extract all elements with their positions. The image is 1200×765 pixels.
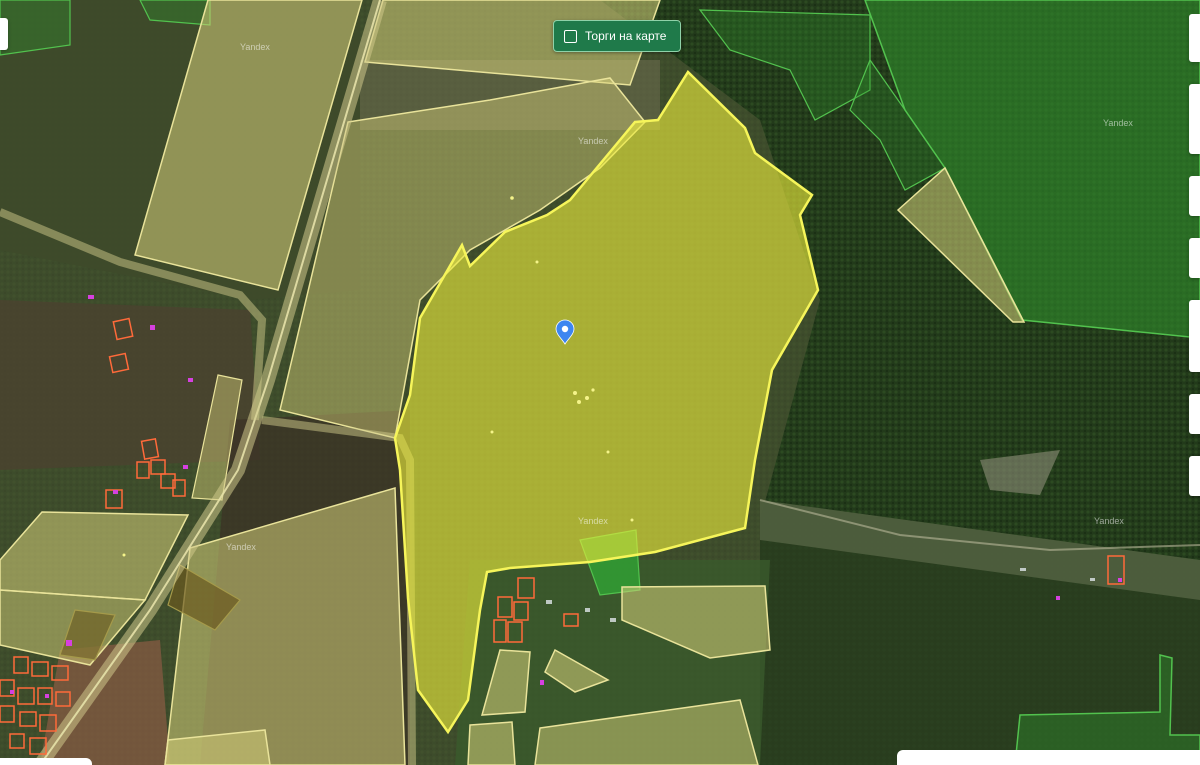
bottom-left-panel[interactable] [0,758,92,765]
bottom-info-panel[interactable] [897,750,1200,765]
svg-text:Yandex: Yandex [1094,516,1124,526]
map-canvas[interactable]: Yandex Yandex Yandex Yandex Yandex Yande… [0,0,1200,765]
svg-text:Yandex: Yandex [578,136,608,146]
map-control-button-2[interactable] [1189,84,1200,154]
svg-text:Yandex: Yandex [1103,118,1133,128]
map-control-button-3[interactable] [1189,176,1200,216]
map-control-button-4[interactable] [1189,238,1200,278]
torgi-label: Торги на карте [585,29,667,43]
torgi-checkbox[interactable] [564,29,577,43]
svg-text:Yandex: Yandex [578,516,608,526]
map-control-button-5[interactable] [1189,300,1200,372]
map-control-button-1[interactable] [1189,14,1200,62]
torgi-na-karte-button[interactable]: Торги на карте [553,20,681,52]
svg-text:Yandex: Yandex [240,42,270,52]
left-panel-toggle-button[interactable] [0,18,8,50]
map-control-button-6[interactable] [1189,394,1200,434]
map-control-button-7[interactable] [1189,456,1200,496]
svg-text:Yandex: Yandex [226,542,256,552]
